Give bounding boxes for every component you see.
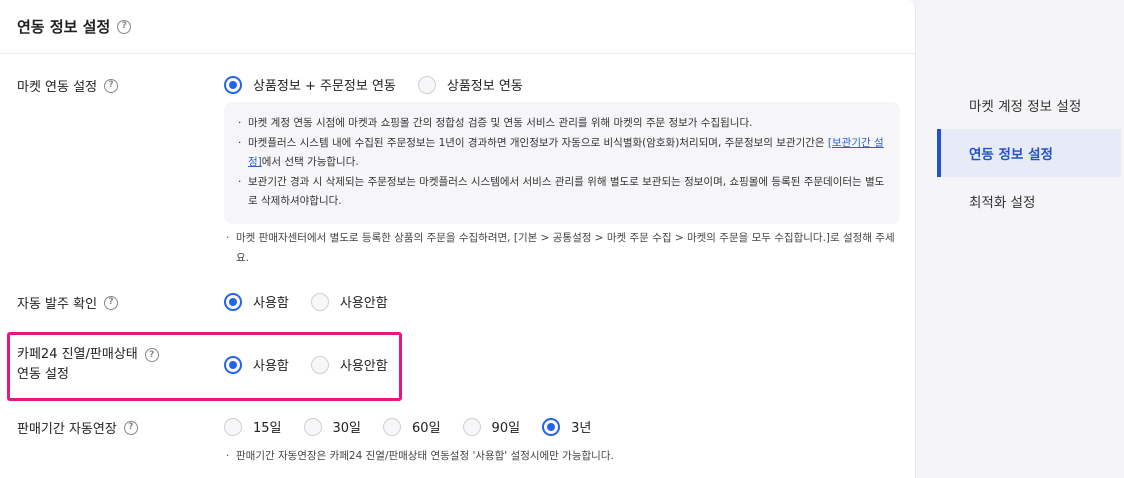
sale-period-label-row: 판매기간 자동연장 ? (17, 418, 138, 437)
radio-label: 3년 (571, 421, 592, 436)
radio-label: 사용함 (253, 296, 289, 311)
info-line: 마켓플러스 시스템 내에 수집된 주문정보는 1년이 경과하면 개인정보가 자동… (236, 134, 886, 173)
market-note: 마켓 판매자센터에서 별도로 등록한 상품의 주문을 수집하려면, [기본 > … (224, 229, 900, 268)
radio-period-3y[interactable]: 3년 (542, 417, 591, 436)
radio-product-only[interactable]: 상품정보 연동 (417, 75, 523, 94)
radio-checked-icon (224, 75, 242, 94)
radio-label: 상품정보 + 주문정보 연동 (253, 79, 396, 94)
radio-unchecked-icon (383, 417, 402, 436)
help-icon[interactable]: ? (123, 420, 138, 435)
radio-period-90[interactable]: 90일 (462, 417, 521, 436)
market-setting-radios: 상품정보 + 주문정보 연동 상품정보 연동 (224, 75, 545, 94)
radio-period-15[interactable]: 15일 (224, 417, 282, 436)
side-item-optimization[interactable]: 최적화 설정 (937, 177, 1121, 225)
radio-label: 15일 (253, 421, 282, 436)
radio-label: 30일 (332, 421, 362, 436)
radio-auto-order-on[interactable]: 사용함 (224, 292, 289, 311)
radio-unchecked-icon (303, 417, 322, 436)
radio-unchecked-icon (224, 417, 242, 436)
auto-order-label-row: 자동 발주 확인 ? (17, 293, 119, 312)
radio-period-30[interactable]: 30일 (303, 417, 362, 436)
help-icon[interactable]: ? (117, 19, 132, 34)
side-item-link-info[interactable]: 연동 정보 설정 (937, 129, 1121, 177)
panel-header: 연동 정보 설정 ? (0, 0, 915, 54)
settings-panel: 연동 정보 설정 ? 마켓 연동 설정 ? 상품정보 + 주문정보 연동 상품정… (0, 0, 916, 478)
radio-product-order[interactable]: 상품정보 + 주문정보 연동 (224, 75, 396, 94)
info-line: 보관기간 경과 시 삭제되는 주문정보는 마켓플러스 시스템에서 서비스 관리를… (236, 173, 886, 212)
market-info-box: 마켓 계정 연동 시점에 마켓과 쇼핑몰 간의 정합성 검증 및 연동 서비스 … (224, 102, 900, 224)
page-title: 연동 정보 설정 (17, 18, 111, 36)
help-icon[interactable]: ? (104, 295, 119, 310)
auto-order-label: 자동 발주 확인 (17, 297, 98, 312)
radio-checked-icon (542, 417, 561, 436)
radio-label: 60일 (412, 421, 441, 436)
info-text: 마켓플러스 시스템 내에 수집된 주문정보는 1년이 경과하면 개인정보가 자동… (248, 136, 828, 149)
radio-label: 사용안함 (339, 296, 388, 311)
info-text: 에서 선택 가능합니다. (261, 156, 359, 168)
radio-auto-order-off[interactable]: 사용안함 (310, 292, 388, 311)
auto-order-radios: 사용함 사용안함 (224, 292, 410, 311)
radio-period-60[interactable]: 60일 (383, 417, 441, 436)
sale-period-note: 판매기간 자동연장은 카페24 진열/판매상태 연동설정 '사용함' 설정시에만… (224, 447, 900, 467)
radio-label: 90일 (491, 421, 521, 436)
highlight-box (7, 332, 402, 401)
side-item-market-account[interactable]: 마켓 계정 정보 설정 (937, 81, 1121, 129)
sale-period-radios: 15일 30일 60일 90일 3년 (224, 417, 613, 436)
info-line: 마켓 계정 연동 시점에 마켓과 쇼핑몰 간의 정합성 검증 및 연동 서비스 … (236, 114, 886, 134)
market-setting-label-row: 마켓 연동 설정 ? (17, 76, 119, 95)
market-setting-label: 마켓 연동 설정 (17, 80, 98, 95)
radio-label: 상품정보 연동 (446, 79, 523, 94)
radio-unchecked-icon (310, 292, 329, 311)
radio-unchecked-icon (417, 75, 436, 94)
sale-period-label: 판매기간 자동연장 (17, 422, 117, 437)
radio-unchecked-icon (462, 417, 481, 436)
radio-checked-icon (224, 292, 242, 311)
help-icon[interactable]: ? (104, 78, 119, 93)
side-menu: 마켓 계정 정보 설정 연동 정보 설정 최적화 설정 (937, 81, 1121, 225)
